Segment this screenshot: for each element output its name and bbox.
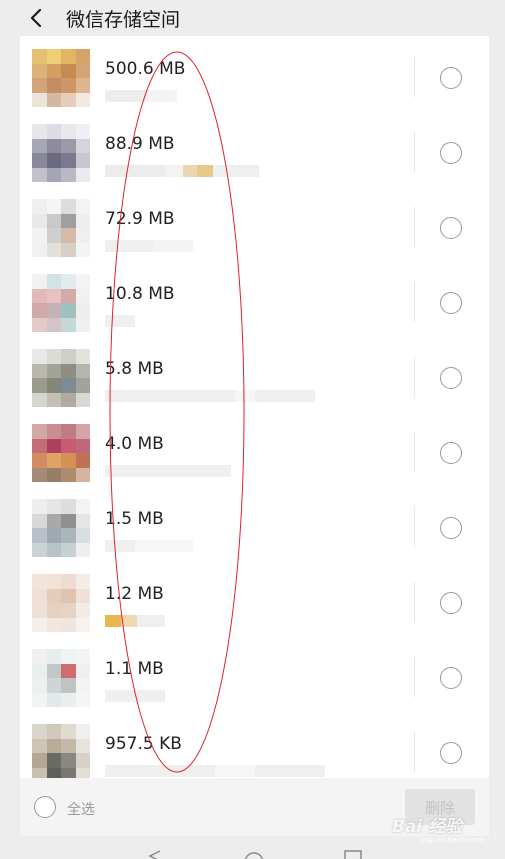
row-divider	[414, 582, 415, 622]
storage-item[interactable]: 500.6 MB	[20, 41, 489, 116]
item-size: 72.9 MB	[105, 209, 175, 229]
chat-thumbnail	[32, 199, 90, 257]
storage-item[interactable]: 10.8 MB	[20, 266, 489, 341]
chat-thumbnail	[32, 649, 90, 707]
chevron-left-icon	[30, 8, 42, 28]
back-button[interactable]	[28, 3, 68, 33]
storage-item[interactable]: 1.2 MB	[20, 566, 489, 641]
item-size: 1.5 MB	[105, 509, 164, 529]
chat-thumbnail	[32, 574, 90, 632]
blurred-chat-name	[105, 615, 165, 627]
select-radio[interactable]	[440, 517, 462, 539]
select-radio[interactable]	[440, 217, 462, 239]
nav-home-icon[interactable]	[244, 850, 264, 859]
chat-thumbnail	[32, 424, 90, 482]
storage-item[interactable]: 4.0 MB	[20, 416, 489, 491]
item-size: 4.0 MB	[105, 434, 164, 454]
title-bar: 微信存储空间	[0, 0, 505, 36]
chat-thumbnail	[32, 724, 90, 778]
blurred-chat-name	[105, 465, 231, 477]
storage-item[interactable]: 957.5 KB	[20, 716, 489, 778]
select-radio[interactable]	[440, 742, 462, 764]
blurred-chat-name	[105, 165, 259, 177]
storage-list[interactable]: 500.6 MB 88.9 MB 72.9 MB 10.8 MB 5.8 MB 4.0 M…	[20, 36, 489, 778]
watermark-url: jingyan.baidu.com	[420, 836, 485, 844]
row-divider	[414, 432, 415, 472]
select-radio[interactable]	[440, 667, 462, 689]
chat-thumbnail	[32, 499, 90, 557]
select-all-radio[interactable]	[34, 796, 56, 818]
row-divider	[414, 732, 415, 772]
row-divider	[414, 57, 415, 97]
select-radio[interactable]	[440, 442, 462, 464]
row-divider	[414, 507, 415, 547]
select-radio[interactable]	[440, 592, 462, 614]
item-size: 1.1 MB	[105, 659, 164, 679]
blurred-chat-name	[105, 315, 135, 327]
select-radio[interactable]	[440, 67, 462, 89]
nav-recents-icon[interactable]	[344, 850, 362, 859]
blurred-chat-name	[105, 540, 193, 552]
select-radio[interactable]	[440, 292, 462, 314]
chat-thumbnail	[32, 274, 90, 332]
row-divider	[414, 657, 415, 697]
item-size: 88.9 MB	[105, 134, 175, 154]
nav-back-icon[interactable]	[148, 850, 162, 859]
select-radio[interactable]	[440, 142, 462, 164]
chat-thumbnail	[32, 49, 90, 107]
storage-item[interactable]: 88.9 MB	[20, 116, 489, 191]
storage-item[interactable]: 5.8 MB	[20, 341, 489, 416]
blurred-chat-name	[105, 90, 177, 102]
item-size: 500.6 MB	[105, 59, 186, 79]
blurred-chat-name	[105, 240, 193, 252]
page-title: 微信存储空间	[66, 8, 181, 31]
select-all-label[interactable]: 全选	[67, 799, 95, 819]
blurred-chat-name	[105, 765, 325, 777]
row-divider	[414, 357, 415, 397]
chat-thumbnail	[32, 124, 90, 182]
storage-item[interactable]: 1.5 MB	[20, 491, 489, 566]
chat-thumbnail	[32, 349, 90, 407]
blurred-chat-name	[105, 390, 315, 402]
row-divider	[414, 207, 415, 247]
select-radio[interactable]	[440, 367, 462, 389]
item-size: 957.5 KB	[105, 734, 182, 754]
storage-item[interactable]: 1.1 MB	[20, 641, 489, 716]
watermark-logo: Bai 经验	[392, 817, 463, 837]
item-size: 1.2 MB	[105, 584, 164, 604]
row-divider	[414, 132, 415, 172]
blurred-chat-name	[105, 690, 165, 702]
row-divider	[414, 282, 415, 322]
storage-item[interactable]: 72.9 MB	[20, 191, 489, 266]
item-size: 10.8 MB	[105, 284, 175, 304]
item-size: 5.8 MB	[105, 359, 164, 379]
